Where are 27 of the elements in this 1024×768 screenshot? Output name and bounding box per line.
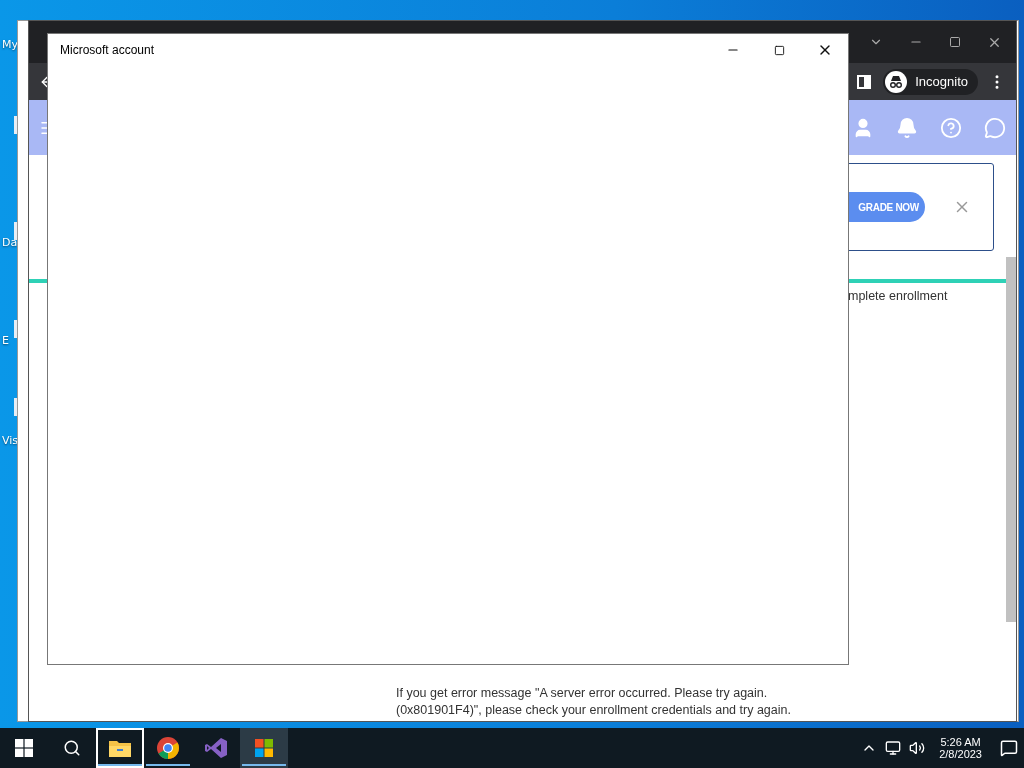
store-icon <box>254 738 274 758</box>
incognito-badge[interactable]: Incognito <box>883 68 978 95</box>
profile-label: Incognito <box>915 74 968 89</box>
clock[interactable]: 5:26 AM 2/8/2023 <box>939 736 982 760</box>
incognito-icon <box>885 70 908 93</box>
network-icon[interactable] <box>885 740 902 756</box>
shortcut-label[interactable]: My <box>2 38 18 51</box>
taskbar-app-button[interactable] <box>240 728 288 768</box>
step-label: mplete enrollment <box>848 289 949 303</box>
taskbar-app-button[interactable] <box>96 728 144 768</box>
volume-icon[interactable] <box>909 740 926 756</box>
help-text: (0x801901F4)", please check your enrollment credentials and try again. <box>396 702 792 719</box>
window-title: Microsoft account <box>60 43 156 57</box>
maximize-icon <box>773 44 785 56</box>
notification-icon[interactable] <box>1000 739 1018 757</box>
folder-icon <box>108 738 132 758</box>
shortcut-label[interactable]: Vis <box>2 434 19 447</box>
windows-logo-icon <box>15 739 33 757</box>
help-text: If you get error message "A server error occurred. Please try again. <box>396 685 769 702</box>
side-panel-icon[interactable] <box>857 74 872 89</box>
shortcut-label[interactable]: E <box>2 334 9 347</box>
maximize-icon[interactable] <box>949 36 961 48</box>
shortcut-label[interactable]: Da <box>2 236 18 249</box>
infinity-icon <box>204 736 228 760</box>
scrollbar-thumb[interactable] <box>1006 257 1016 622</box>
search-icon <box>63 739 81 757</box>
chrome-icon <box>156 736 180 760</box>
